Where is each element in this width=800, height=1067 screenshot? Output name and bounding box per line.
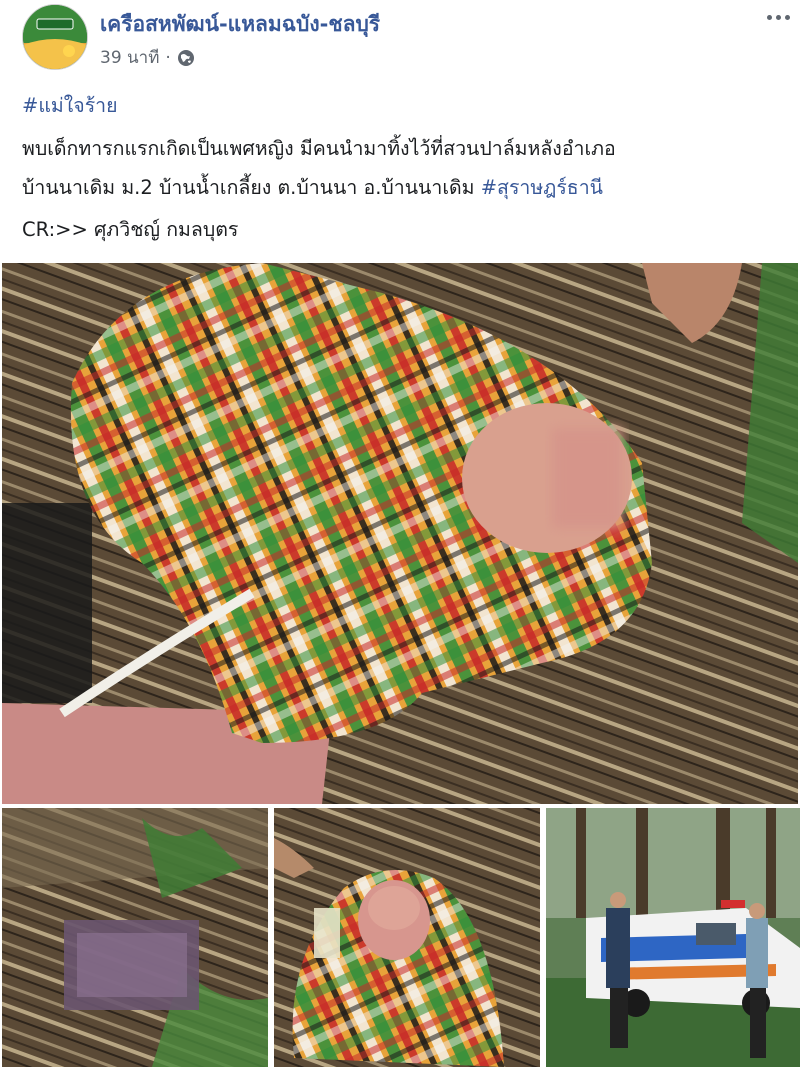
post-body-line-2: บ้านนาเดิม ม.2 บ้านน้ำเกลี้ยง ต.บ้านนา อ… xyxy=(22,176,603,199)
meta-separator: · xyxy=(165,47,171,68)
hashtag-surat-thani[interactable]: #สุราษฎร์ธานี xyxy=(481,176,603,199)
main-photo[interactable] xyxy=(2,263,798,804)
post-header: เครือสหพัฒน์-แหลมฉบัง-ชลบุรี 39 นาที · xyxy=(0,0,800,80)
photo-3[interactable] xyxy=(274,808,540,1067)
photo-2[interactable] xyxy=(2,808,268,1067)
post-body-line-2-text: บ้านนาเดิม ม.2 บ้านน้ำเกลี้ยง ต.บ้านนา อ… xyxy=(22,176,481,199)
post-credit: CR:>> ศุภวิชญ์ กมลบุตร xyxy=(22,218,239,241)
globe-icon[interactable] xyxy=(177,49,195,67)
page-name-link[interactable]: เครือสหพัฒน์-แหลมฉบัง-ชลบุรี xyxy=(100,8,380,41)
more-options-icon[interactable] xyxy=(764,10,792,24)
page-avatar[interactable] xyxy=(22,4,88,70)
post-body-line-1: พบเด็กทารกแรกเกิดเป็นเพศหญิง มีคนนำมาทิ้… xyxy=(22,137,616,160)
hashtag-mae-jai-rai[interactable]: #แม่ใจร้าย xyxy=(22,94,118,117)
post-meta: 39 นาที · xyxy=(100,44,195,71)
post-time[interactable]: 39 นาที xyxy=(100,44,159,71)
photo-4[interactable] xyxy=(546,808,800,1067)
